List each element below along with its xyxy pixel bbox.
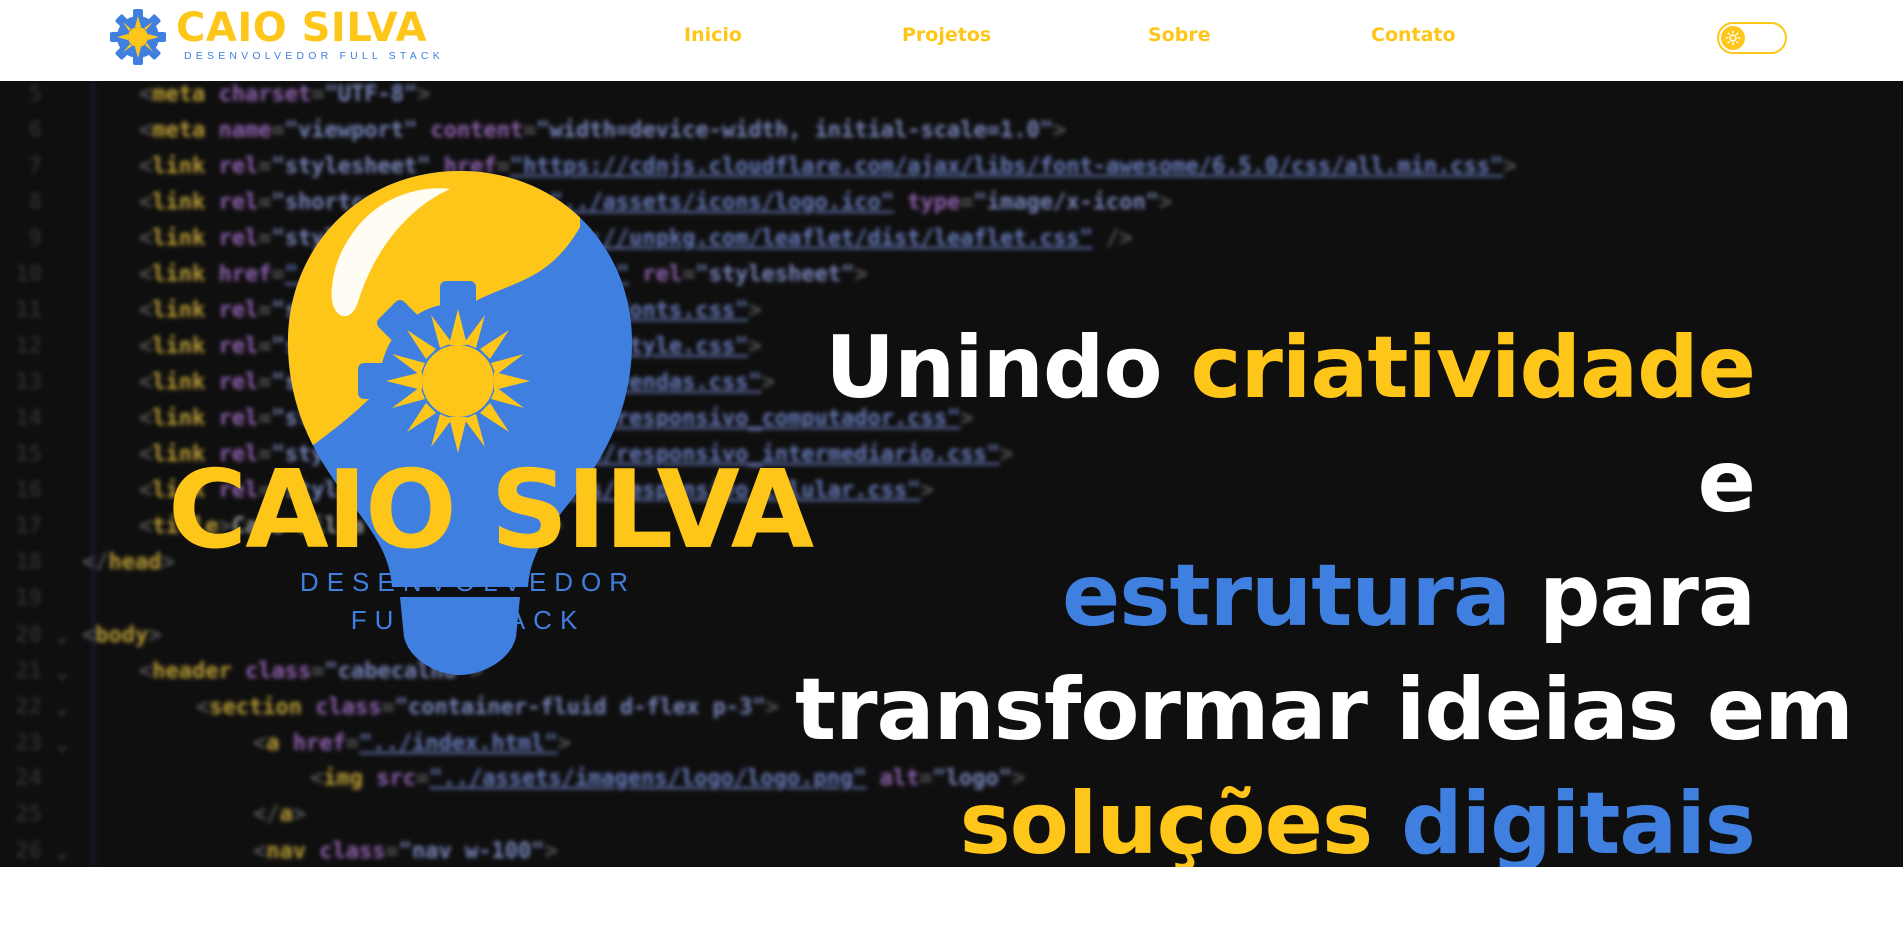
headline-highlight-yellow: criatividade: [1190, 318, 1756, 418]
headline-highlight-blue: digitais: [1401, 774, 1756, 867]
nav-link-inicio[interactable]: Inicio: [684, 24, 742, 46]
nav-link-contato[interactable]: Contato: [1371, 24, 1456, 46]
nav-link-sobre[interactable]: Sobre: [1148, 24, 1211, 46]
headline-word: Unindo: [825, 318, 1162, 418]
headline-word: transformar ideias em: [795, 660, 1854, 760]
hero-headline: Unindo criatividade e estrutura para tra…: [795, 311, 1854, 867]
headline-highlight-blue: estrutura: [1061, 546, 1511, 646]
toggle-knob: [1721, 26, 1745, 50]
theme-toggle[interactable]: [1717, 22, 1787, 54]
brand-subtitle: DESENVOLVEDOR FULL STACK: [184, 50, 444, 62]
brand-logo-link[interactable]: CAIO SILVA DESENVOLVEDOR FULL STACK: [108, 6, 444, 68]
hero-logo-subtitle-line1: DESENVOLVEDOR: [299, 567, 637, 597]
hero-banner: 5 <meta charset="UTF-8"> 6 <meta name="view…: [0, 81, 1903, 867]
headline-word: para: [1538, 546, 1756, 646]
sun-gear-icon: [110, 9, 166, 65]
sun-icon: [1725, 30, 1741, 46]
brand-name: CAIO SILVA: [176, 5, 427, 51]
headline-highlight-yellow: soluções: [959, 774, 1374, 867]
headline-word: e: [1697, 432, 1756, 532]
site-header: CAIO SILVA DESENVOLVEDOR FULL STACK Inic…: [0, 0, 1903, 81]
hero-logo-subtitle-line2: FULL STACK: [350, 605, 586, 635]
nav-link-projetos[interactable]: Projetos: [902, 24, 991, 46]
hero-logo-name: CAIO SILVA: [168, 448, 814, 573]
